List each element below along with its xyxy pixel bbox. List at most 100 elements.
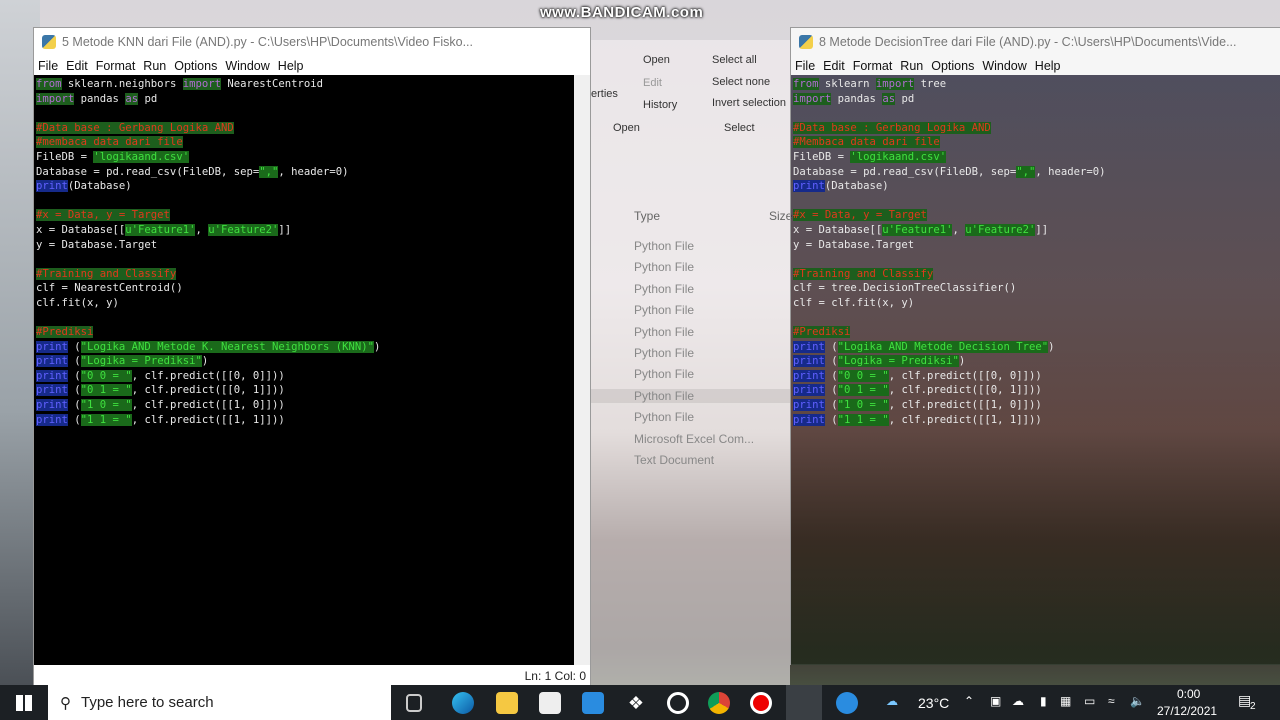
meet-icon[interactable]: ▣	[990, 694, 1001, 708]
code-token: (	[67, 399, 81, 412]
file-type-cell[interactable]: Python File	[634, 260, 694, 274]
task-view-icon[interactable]	[406, 694, 422, 712]
title-bar[interactable]: 5 Metode KNN dari File (AND).py - C:\Use…	[34, 28, 590, 56]
taskbar: ⚲ Type here to search ❖ ☁ 23°C ⌃ ▣ ☁ ▮ ▦ …	[0, 685, 1280, 720]
keyword-token: as	[125, 92, 139, 105]
help-icon[interactable]	[836, 692, 858, 714]
code-line: clf = clf.fit(x, y)	[793, 296, 1278, 311]
string-token: u'Feature2'	[965, 223, 1036, 236]
onedrive-icon[interactable]: ☁	[1012, 694, 1024, 708]
menu-format[interactable]: Format	[853, 59, 893, 73]
code-line: y = Database.Target	[36, 238, 572, 253]
properties-button[interactable]: erties	[591, 88, 618, 100]
code-editor[interactable]: from sklearn.neighbors import NearestCen…	[34, 75, 574, 665]
select-all-button[interactable]: Select all	[712, 54, 757, 66]
file-explorer-icon[interactable]	[496, 692, 518, 714]
column-header-type[interactable]: Type	[634, 209, 660, 223]
menu-file[interactable]: File	[38, 59, 58, 73]
string-token: "1 1 = "	[80, 413, 132, 426]
column-header-size[interactable]: Size	[769, 209, 792, 223]
code-line: print ("0 0 = ", clf.predict([[0, 0]]))	[36, 369, 572, 384]
invert-selection-button[interactable]: Invert selection	[712, 97, 786, 109]
file-type-cell[interactable]: Python File	[634, 346, 694, 360]
file-type-cell[interactable]: Microsoft Excel Com...	[634, 432, 754, 446]
search-placeholder: Type here to search	[81, 694, 214, 711]
open-button[interactable]: Open	[643, 54, 670, 66]
code-token: clf = NearestCentroid()	[36, 282, 183, 295]
dropbox-icon[interactable]: ❖	[625, 692, 647, 714]
select-none-button[interactable]: Select none	[712, 76, 770, 88]
code-token: )	[201, 355, 209, 368]
edge-icon[interactable]	[452, 692, 474, 714]
string-token: "1 0 = "	[80, 399, 132, 412]
github-icon[interactable]	[667, 692, 689, 714]
code-line: import pandas as pd	[36, 92, 572, 107]
code-token: clf = clf.fit(x, y)	[793, 296, 915, 309]
file-type-cell[interactable]: Python File	[634, 410, 694, 424]
battery-icon[interactable]: ▭	[1084, 694, 1095, 708]
show-hidden-icons-chevron-icon[interactable]: ⌃	[964, 694, 974, 708]
edit-button[interactable]: Edit	[643, 77, 662, 89]
menu-edit[interactable]: Edit	[823, 59, 845, 73]
menu-options[interactable]: Options	[931, 59, 974, 73]
code-token: y = Database.Target	[793, 238, 915, 251]
store-icon[interactable]	[539, 692, 561, 714]
title-bar[interactable]: 8 Metode DecisionTree dari File (AND).py…	[791, 28, 1280, 56]
comment-token: #Prediksi	[793, 326, 851, 339]
code-line: #Training and Classify	[36, 267, 572, 282]
vertical-scrollbar[interactable]	[574, 75, 590, 665]
code-line: print ("0 1 = ", clf.predict([[0, 1]]))	[793, 383, 1278, 398]
chrome-icon[interactable]	[708, 692, 730, 714]
code-token: (	[824, 413, 838, 426]
menu-window[interactable]: Window	[225, 59, 269, 73]
display-icon[interactable]: ▦	[1060, 694, 1071, 708]
clock-date[interactable]: 27/12/2021	[1157, 704, 1217, 718]
history-button[interactable]: History	[643, 99, 677, 111]
weather-icon[interactable]: ☁	[886, 694, 898, 708]
file-type-cell[interactable]: Python File	[634, 239, 694, 253]
file-type-cell[interactable]: Python File	[634, 325, 694, 339]
string-token: ","	[1016, 165, 1036, 178]
keyword-token: from	[793, 78, 819, 90]
menu-window[interactable]: Window	[982, 59, 1026, 73]
code-token: (	[67, 384, 81, 397]
file-type-cell[interactable]: Python File	[634, 367, 694, 381]
code-token: (Database)	[824, 180, 889, 193]
code-editor[interactable]: from sklearn import tree import pandas as…	[791, 75, 1280, 665]
code-token: (	[824, 355, 838, 368]
python-icon	[42, 35, 56, 49]
code-token: (	[67, 413, 81, 426]
windows-start-icon[interactable]	[16, 695, 32, 711]
menu-run[interactable]: Run	[900, 59, 923, 73]
builtin-token: print	[793, 340, 825, 353]
mail-icon[interactable]	[582, 692, 604, 714]
file-type-cell[interactable]: Python File	[634, 282, 694, 296]
menu-help[interactable]: Help	[278, 59, 304, 73]
wifi-icon[interactable]: ≈	[1108, 694, 1115, 708]
weather-temperature[interactable]: 23°C	[918, 695, 949, 711]
python-idle-taskbar-icon[interactable]	[786, 685, 822, 720]
menu-run[interactable]: Run	[143, 59, 166, 73]
code-line: #Prediksi	[36, 325, 572, 340]
menu-format[interactable]: Format	[96, 59, 136, 73]
clock-time[interactable]: 0:00	[1177, 687, 1200, 701]
code-line: y = Database.Target	[793, 238, 1278, 253]
microphone-icon[interactable]: ▮	[1040, 694, 1047, 708]
search-box[interactable]: ⚲ Type here to search	[48, 685, 391, 720]
code-token: , clf.predict([[0, 1]]))	[888, 384, 1042, 397]
file-type-cell[interactable]: Python File	[591, 388, 790, 403]
file-type-cell[interactable]: Python File	[634, 303, 694, 317]
bandicam-icon[interactable]	[750, 692, 772, 714]
string-token: "0 1 = "	[837, 384, 889, 397]
window-title: 5 Metode KNN dari File (AND).py - C:\Use…	[62, 35, 474, 49]
volume-icon[interactable]: 🔈	[1130, 694, 1145, 708]
code-line: FileDB = 'logikaand.csv'	[36, 150, 572, 165]
file-type-cell[interactable]: Text Document	[634, 453, 714, 467]
menu-options[interactable]: Options	[174, 59, 217, 73]
menu-file[interactable]: File	[795, 59, 815, 73]
menu-help[interactable]: Help	[1035, 59, 1061, 73]
menu-edit[interactable]: Edit	[66, 59, 88, 73]
code-token: )	[958, 355, 966, 368]
